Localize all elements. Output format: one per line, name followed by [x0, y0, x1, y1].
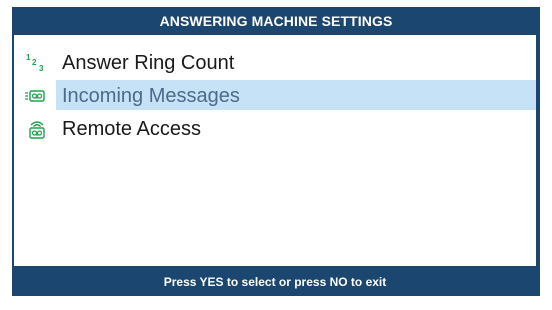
menu-item-label: Answer Ring Count: [62, 52, 235, 74]
ring-count-digit-2: 2: [32, 58, 37, 67]
menu-list: 1 2 3 Answer Ring Count Incoming Message…: [14, 35, 536, 266]
menu-item-answer-ring-count[interactable]: 1 2 3 Answer Ring Count: [14, 47, 536, 77]
menu-item-remote-access[interactable]: Remote Access: [14, 113, 536, 143]
menu-item-label: Remote Access: [62, 118, 201, 140]
ring-count-digit-3: 3: [39, 64, 44, 73]
incoming-messages-icon: [25, 90, 45, 102]
menu-item-incoming-messages[interactable]: Incoming Messages: [14, 80, 536, 110]
screen-title: ANSWERING MACHINE SETTINGS: [159, 13, 393, 29]
answering-machine-screen: ANSWERING MACHINE SETTINGS 1 2 3 Answer …: [12, 7, 540, 296]
ring-count-digit-1: 1: [26, 53, 31, 62]
remote-access-icon: [29, 121, 45, 139]
ring-count-icon: 1 2 3: [26, 53, 44, 73]
footer-hint: Press YES to select or press NO to exit: [163, 275, 387, 289]
menu-item-label: Incoming Messages: [62, 85, 240, 107]
